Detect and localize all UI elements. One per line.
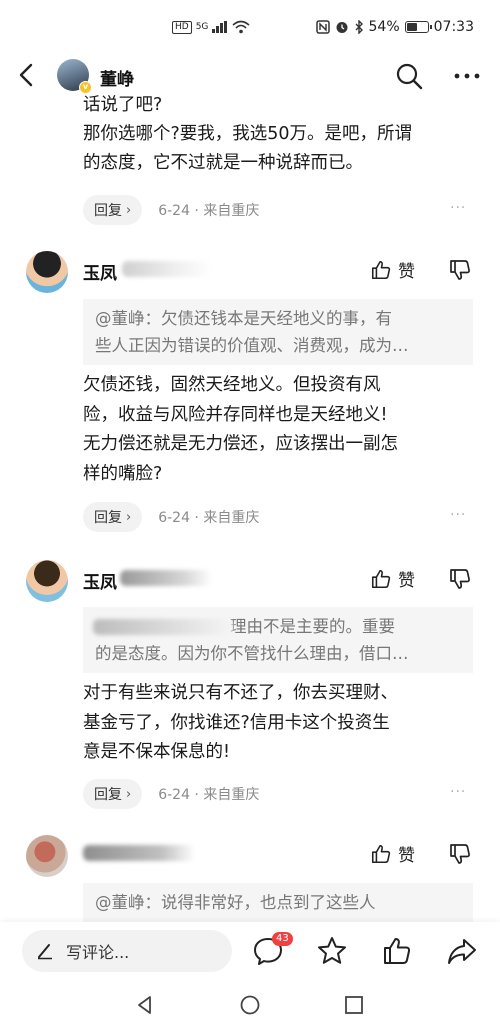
- system-nav-bar: [0, 980, 500, 1031]
- comment-line: 话说了吧?: [83, 95, 163, 115]
- thumb-up-icon: [371, 844, 391, 863]
- comment-line: 基金亏了，你找谁还?信用卡这个投资生: [83, 712, 390, 733]
- username[interactable]: 玉凤: [83, 259, 117, 284]
- comment-line: 那你选哪个?要我，我选50万。是吧，所谓: [83, 124, 413, 144]
- avatar[interactable]: [26, 560, 68, 602]
- nav-back-icon[interactable]: [134, 994, 156, 1016]
- comment-text: 欠债还钱，固然天经地义。但投资有风 险，收益与风险并存同样也是天经地义! 无力偿…: [83, 371, 483, 489]
- thumb-down-icon[interactable]: [448, 567, 472, 591]
- thumb-up-icon: [371, 569, 391, 588]
- author-name[interactable]: 董峥: [100, 65, 134, 90]
- quote-line: 些人正因为错误的价值观、消费观，成为…: [95, 336, 409, 355]
- chevron-right-icon: ›: [126, 786, 132, 802]
- search-icon[interactable]: [395, 62, 423, 90]
- like-label: 赞: [398, 846, 415, 866]
- quote-first-row: 理由不是主要的。重要: [93, 613, 461, 640]
- comment-count-badge: 43: [272, 932, 293, 946]
- comment-line: 意是不保本保息的!: [83, 742, 231, 762]
- redacted-name: [83, 845, 195, 861]
- redacted-name: [120, 570, 212, 586]
- comment-date-location: 6-24 · 来自重庆: [158, 787, 260, 803]
- battery-fill: [406, 23, 418, 31]
- write-comment-input[interactable]: 写评论...: [22, 930, 232, 972]
- quoted-comment[interactable]: @董峥：说得非常好，也点到了这些人: [83, 883, 473, 922]
- comment-date-location: 6-24 · 来自重庆: [158, 203, 260, 219]
- signal-label: 5G: [195, 22, 209, 32]
- like-button[interactable]: 赞: [370, 257, 415, 282]
- nav-recents-icon[interactable]: [344, 995, 364, 1015]
- quoted-comment[interactable]: @董峥：欠债还钱本是天经地义的事，有 些人正因为错误的价值观、消费观，成为…: [83, 299, 473, 365]
- quote-line: @董峥：说得非常好，也点到了这些人: [95, 893, 376, 912]
- pen-icon: [38, 944, 52, 960]
- author-avatar[interactable]: v: [57, 59, 92, 94]
- back-arrow-icon[interactable]: [12, 60, 42, 90]
- clock: 07:33: [433, 19, 474, 35]
- comment-line: 无力偿还就是无力偿还，应该摆出一副怎: [83, 434, 398, 454]
- quote-line: @董峥：欠债还钱本是天经地义的事，有: [95, 309, 392, 328]
- reply-label: 回复: [94, 510, 122, 526]
- reply-button[interactable]: 回复 ›: [83, 195, 143, 225]
- quoted-comment[interactable]: 理由不是主要的。重要 的是态度。因为你不管找什么理由，借口…: [83, 607, 473, 673]
- comment-line: 样的嘴脸?: [83, 463, 163, 484]
- chevron-right-icon: ›: [126, 509, 132, 525]
- comment-text: 对于有些来说只有不还了，你去买理财、 基金亏了，你找谁还?信用卡这个投资生 意是…: [83, 679, 483, 768]
- hd-indicator: HD: [172, 20, 192, 34]
- reply-button[interactable]: 回复 ›: [83, 779, 143, 809]
- like-button[interactable]: 赞: [370, 841, 415, 866]
- redacted-mention: [93, 619, 233, 635]
- quote-line: 的是态度。因为你不管找什么理由，借口…: [95, 644, 409, 663]
- comment-line: 对于有些来说只有不还了，你去买理财、: [83, 683, 398, 703]
- quote-line: 理由不是主要的。重要: [230, 617, 395, 636]
- status-left: HD 5G: [172, 20, 250, 34]
- reply-button[interactable]: 回复 ›: [83, 502, 143, 532]
- redacted-name: [122, 261, 212, 277]
- battery-percent: 54%: [368, 19, 400, 35]
- reply-label: 回复: [94, 203, 122, 219]
- comment-more-icon[interactable]: ···: [450, 200, 466, 216]
- comment-line: 的态度，它不过就是一种说辞而已。: [83, 153, 363, 173]
- thumb-down-icon[interactable]: [448, 258, 472, 282]
- username[interactable]: 玉凤: [83, 568, 117, 593]
- thumb-up-icon[interactable]: [381, 935, 413, 967]
- like-button[interactable]: 赞: [370, 566, 415, 591]
- like-label: 赞: [398, 262, 415, 282]
- more-dots-icon[interactable]: [452, 62, 482, 90]
- comment-meta: 回复 › 6-24 · 来自重庆: [83, 779, 259, 809]
- write-comment-placeholder: 写评论...: [66, 943, 130, 962]
- comment-more-icon[interactable]: ···: [450, 507, 466, 523]
- nav-home-icon[interactable]: [239, 994, 261, 1016]
- comment-more-icon[interactable]: ···: [450, 784, 466, 800]
- battery-icon: [404, 21, 432, 33]
- chevron-right-icon: ›: [126, 202, 132, 218]
- share-arrow-icon[interactable]: [446, 935, 478, 967]
- bluetooth-icon: [355, 20, 363, 34]
- comment-line: 欠债还钱，固然天经地义。但投资有风: [83, 375, 381, 395]
- comment-date-location: 6-24 · 来自重庆: [158, 510, 260, 526]
- avatar[interactable]: [26, 835, 68, 877]
- comment-line: 险，收益与风险并存同样也是天经地义!: [83, 404, 388, 425]
- status-right: 54% 07:33: [315, 19, 474, 35]
- like-label: 赞: [398, 571, 415, 591]
- nfc-icon: [315, 20, 330, 34]
- star-icon[interactable]: [316, 935, 348, 967]
- bottom-action-bar: 写评论... 43: [0, 922, 500, 980]
- comment-meta: 回复 › 6-24 · 来自重庆: [83, 502, 259, 532]
- signal-icon: [212, 21, 228, 33]
- thumb-down-icon[interactable]: [448, 842, 472, 866]
- comment-meta: 回复 › 6-24 · 来自重庆: [83, 195, 259, 225]
- wifi-icon: [232, 20, 250, 34]
- alarm-icon: [336, 22, 348, 33]
- reply-label: 回复: [94, 787, 122, 803]
- avatar[interactable]: [26, 251, 68, 293]
- thumb-up-icon: [371, 260, 391, 279]
- comment-text: 话说了吧? 那你选哪个?要我，我选50万。是吧，所谓 的态度，它不过就是一种说辞…: [83, 95, 483, 178]
